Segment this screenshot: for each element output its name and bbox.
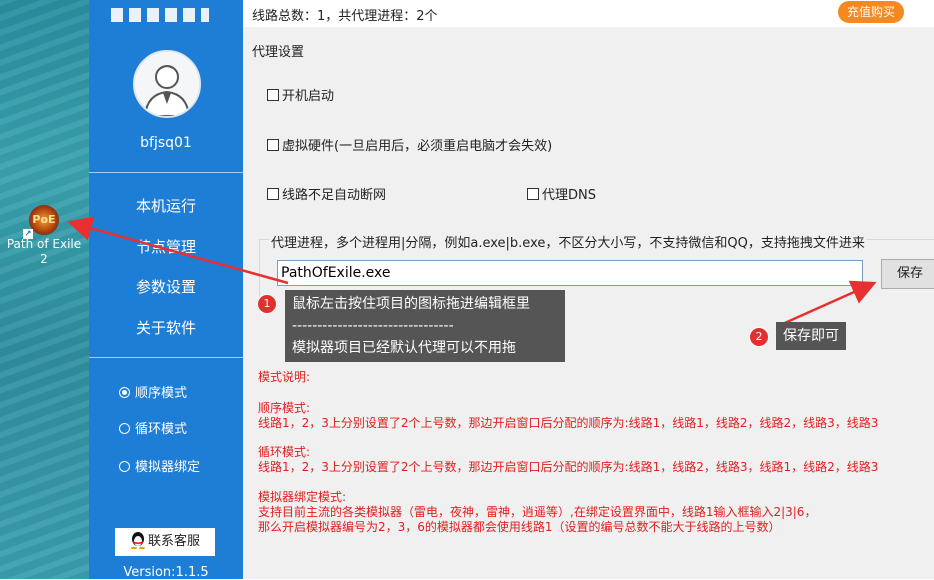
contact-label: 联系客服 — [147, 534, 200, 549]
line-summary: 线路总数：1，共代理进程：2个 — [252, 9, 438, 24]
shortcut-arrow-icon: ↗ — [23, 229, 33, 239]
step-badge-1: 1 — [257, 294, 277, 314]
emulator-mode-text-2: 那么开启模拟器编号为2，3，6的模拟器都会使用线路1（设置的编号总数不能大于线路… — [258, 520, 781, 534]
desktop-icon-label-line2: 2 — [40, 252, 48, 266]
sequential-mode-title: 顺序模式: — [258, 401, 311, 415]
poe-logo-text: PoE — [32, 213, 56, 226]
virtual-hardware-checkbox[interactable]: 虚拟硬件(一旦启用后，必须重启电脑才会失效) — [267, 135, 552, 154]
top-bar: 线路总数：1，共代理进程：2个 充值购买 — [243, 0, 934, 27]
loop-mode-title: 循环模式: — [258, 445, 311, 459]
process-group-label: 代理进程，多个进程用|分隔，例如a.exe|b.exe，不区分大小写，不支持微信… — [269, 232, 867, 251]
version-text: Version:1.1.5 — [123, 565, 209, 580]
auto-disconnect-checkbox[interactable]: 线路不足自动断网 — [267, 184, 386, 203]
emulator-mode-text: 支持目前主流的各类模拟器（雷电，夜神，雷神，逍遥等）,在绑定设置界面中，线路1输… — [258, 505, 817, 519]
radio-selected-icon — [119, 387, 130, 398]
callout-text: 鼠标左击按住项目的图标拖进编辑框里 — [292, 296, 530, 312]
qq-penguin-icon — [130, 532, 145, 549]
mode-description-heading: 模式说明: — [258, 370, 311, 384]
mode-label: 循环模式 — [135, 422, 188, 437]
section-title: 代理设置 — [252, 45, 305, 60]
menu-item-parameter-settings[interactable]: 参数设置 — [89, 276, 243, 297]
desktop-background — [0, 0, 89, 579]
mode-label: 模拟器绑定 — [135, 460, 201, 475]
mode-radio-loop[interactable]: 循环模式 — [119, 418, 187, 437]
checkbox-label: 线路不足自动断网 — [282, 188, 387, 203]
checkbox-icon — [267, 188, 279, 200]
loop-mode-text: 线路1，2，3上分别设置了2个上号数，那边开启窗口后分配的顺序为:线路1，线路2… — [258, 460, 879, 474]
username: bfjsq01 — [140, 135, 192, 151]
callout-save-hint: 保存即可 — [776, 322, 846, 350]
user-avatar-icon — [135, 52, 199, 116]
menu-item-local-run[interactable]: 本机运行 — [89, 195, 243, 216]
save-button[interactable]: 保存 — [881, 259, 934, 289]
mode-radio-sequential[interactable]: 顺序模式 — [119, 382, 187, 401]
checkbox-label: 虚拟硬件(一旦启用后，必须重启电脑才会失效) — [282, 139, 553, 154]
checkbox-icon — [267, 139, 279, 151]
recharge-button[interactable]: 充值购买 — [838, 1, 904, 23]
avatar — [133, 50, 201, 118]
mode-radio-emulator[interactable]: 模拟器绑定 — [119, 456, 200, 475]
process-input[interactable] — [277, 260, 863, 286]
desktop-shortcut-path-of-exile[interactable]: PoE ↗ Path of Exile 2 — [4, 205, 84, 267]
menu-item-about[interactable]: 关于软件 — [89, 317, 243, 338]
callout-separator: -------------------------------- — [292, 318, 454, 334]
checkbox-icon — [527, 188, 539, 200]
menu-item-node-management[interactable]: 节点管理 — [89, 236, 243, 257]
mode-label: 顺序模式 — [135, 386, 188, 401]
checkbox-label: 代理DNS — [542, 188, 596, 203]
callout-drag-instructions: 鼠标左击按住项目的图标拖进编辑框里 ----------------------… — [285, 290, 565, 362]
emulator-mode-title: 模拟器绑定模式: — [258, 490, 347, 504]
radio-icon — [119, 423, 130, 434]
sidebar: bfjsq01 本机运行 节点管理 参数设置 关于软件 顺序模式 循环模式 模拟… — [89, 0, 243, 580]
radio-icon — [119, 461, 130, 472]
sidebar-divider — [89, 357, 243, 358]
checkbox-label: 开机启动 — [282, 89, 335, 104]
contact-support-button[interactable]: 联系客服 — [115, 528, 215, 556]
callout-text: 模拟器项目已经默认代理可以不用拖 — [292, 340, 516, 356]
checkbox-icon — [267, 89, 279, 101]
sidebar-divider — [89, 172, 243, 173]
step-badge-2: 2 — [749, 327, 769, 347]
path-of-exile-icon: PoE ↗ — [23, 205, 59, 239]
autostart-checkbox[interactable]: 开机启动 — [267, 85, 334, 104]
desktop-icon-label: Path of Exile — [6, 237, 82, 251]
sequential-mode-text: 线路1，2，3上分别设置了2个上号数，那边开启窗口后分配的顺序为:线路1，线路1… — [258, 416, 879, 430]
proxy-dns-checkbox[interactable]: 代理DNS — [527, 184, 596, 203]
app-logo — [111, 8, 209, 22]
